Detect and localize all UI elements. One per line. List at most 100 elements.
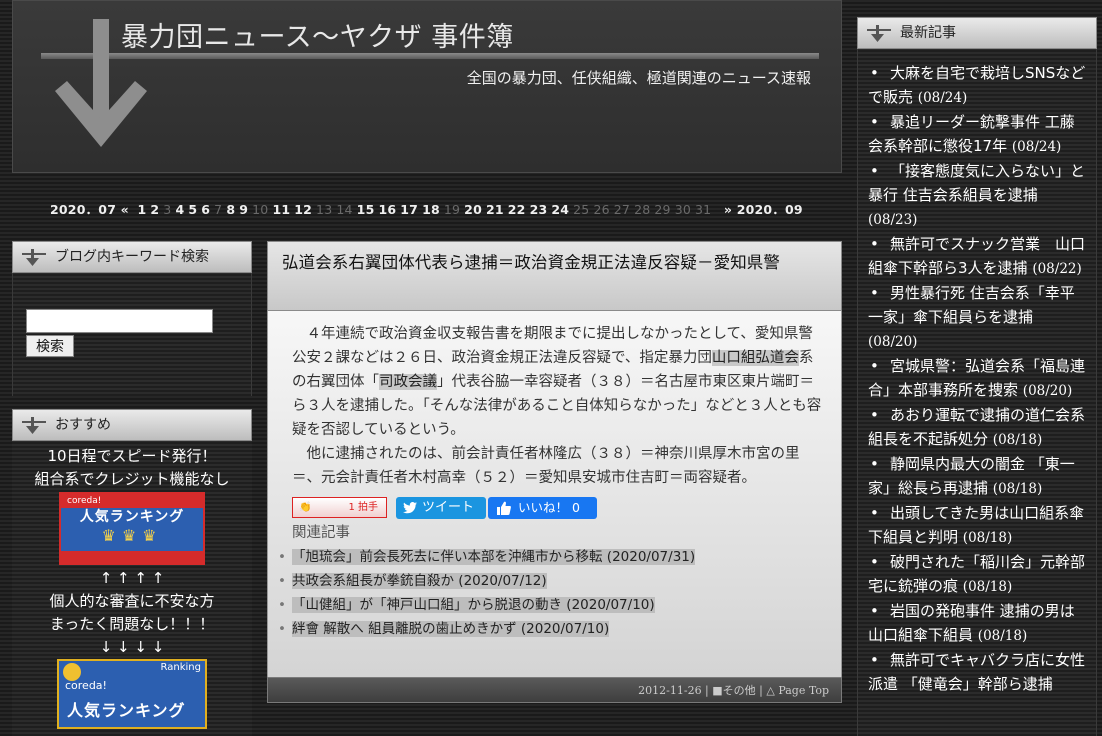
bullet-icon: •	[870, 406, 879, 424]
calendar-day[interactable]: 16	[378, 202, 396, 217]
down-arrow-icon	[22, 417, 46, 434]
recent-article-title[interactable]: 「接客態度気に入らない」と暴行 住吉会系組員を逮捕	[868, 162, 1085, 204]
recent-article-item[interactable]: • 男性暴行死 住吉会系「幸平一家」傘下組員らを逮捕 (08/20)	[868, 281, 1086, 354]
calendar-day: 7	[214, 202, 223, 217]
search-widget-title: ブログ内キーワード検索	[55, 249, 209, 265]
related-date: (2020/07/12)	[458, 573, 547, 589]
calendar-day: 13	[316, 202, 333, 217]
search-input[interactable]	[26, 309, 213, 333]
recent-article-item[interactable]: • 出頭してきた男は山口組系傘下組員と判明 (08/18)	[868, 501, 1086, 550]
recent-article-item[interactable]: • 暴追リーダー銃撃事件 工藤会系幹部に懲役17年 (08/24)	[868, 110, 1086, 159]
recent-article-item[interactable]: • 大麻を自宅で栽培しSNSなどで販売 (08/24)	[868, 61, 1086, 110]
related-item: 絆會 解散へ 組員離脱の歯止めきかず (2020/07/10)	[278, 617, 827, 641]
calendar-nav: 2020．07 « 1 2 3 4 5 6 7 8 9 10 11 12 13 14 15 16 17 18 19 2…	[50, 199, 807, 217]
bullet-icon: •	[870, 651, 879, 669]
thumbs-up-icon	[497, 501, 511, 515]
related-title: 共政会系組長が拳銃自殺か	[292, 573, 454, 589]
calendar-day[interactable]: 15	[357, 202, 375, 217]
banner-ranking-label: Ranking	[160, 662, 201, 673]
site-title[interactable]: 暴力団ニュース〜ヤクザ 事件簿	[121, 15, 514, 54]
related-link[interactable]: 「旭琉会」前会長死去に伴い本部を沖縄市から移転 (2020/07/31)	[292, 549, 696, 565]
calendar-day[interactable]: 6	[201, 202, 210, 217]
calendar-day[interactable]: 9	[239, 202, 248, 217]
related-link[interactable]: 共政会系組長が拳銃自殺か (2020/07/12)	[292, 573, 547, 589]
calendar-days: 1 2 3 4 5 6 7 8 9 10 11 12 13 14 15 16 17 18 19 20 21 22 23 24 2…	[137, 202, 715, 217]
calendar-day[interactable]: 4	[175, 202, 184, 217]
recent-article-item[interactable]: • 無許可でスナック営業 山口組傘下幹部ら3人を逮捕 (08/22)	[868, 232, 1086, 281]
recent-article-item[interactable]: • 岩国の発砲事件 逮捕の男は山口組傘下組員 (08/18)	[868, 599, 1086, 648]
related-item: 「山健組」が「神戸山口組」から脱退の動き (2020/07/10)	[278, 593, 827, 617]
recent-article-item[interactable]: • 破門された「稲川会」元幹部宅に銃弾の痕 (08/18)	[868, 550, 1086, 599]
calendar-day[interactable]: 11	[272, 202, 290, 217]
calendar-day: 28	[634, 202, 651, 217]
related-item: 共政会系組長が拳銃自殺か (2020/07/12)	[278, 569, 827, 593]
recent-article-item[interactable]: • 静岡県内最大の闇金 「東一家」総長ら再逮捕 (08/18)	[868, 452, 1086, 501]
down-arrow-icon	[867, 25, 891, 42]
applause-button[interactable]: 👏 1 拍手	[292, 497, 387, 518]
calendar-day[interactable]: 20	[464, 202, 482, 217]
recent-articles-widget: 最新記事 • 大麻を自宅で栽培しSNSなどで販売 (08/24) • 暴追リーダー銃撃…	[857, 17, 1097, 736]
calendar-day: 31	[695, 202, 712, 217]
bullet-icon: •	[870, 455, 879, 473]
calendar-day[interactable]: 5	[188, 202, 197, 217]
recent-article-title[interactable]: 静岡県内最大の闇金 「東一家」総長ら再逮捕	[868, 455, 1075, 497]
recent-article-title[interactable]: 大麻を自宅で栽培しSNSなどで販売	[868, 64, 1085, 106]
recent-article-item[interactable]: • あおり運転で逮捕の道仁会系組長を不起訴処分 (08/18)	[868, 403, 1086, 452]
entry-title[interactable]: 弘道会系右翼団体代表ら逮捕＝政治資金規正法違反容疑－愛知県警	[267, 241, 842, 311]
recent-article-item[interactable]: • 「接客態度気に入らない」と暴行 住吉会系組員を逮捕 (08/23)	[868, 159, 1086, 232]
calendar-day[interactable]: 22	[508, 202, 526, 217]
calendar-day[interactable]: 1	[137, 202, 146, 217]
search-button[interactable]: 検索	[26, 335, 74, 357]
calendar-next-link[interactable]: » 2020．09	[724, 202, 803, 217]
recent-article-title[interactable]: 岩国の発砲事件 逮捕の男は山口組傘下組員	[868, 602, 1075, 644]
calendar-day[interactable]: 17	[400, 202, 418, 217]
recent-article-item[interactable]: • 無許可でキャバクラ店に女性派遣 「健竜会」幹部ら逮捕	[868, 648, 1086, 697]
related-link[interactable]: 絆會 解散へ 組員離脱の歯止めきかず (2020/07/10)	[292, 621, 610, 637]
calendar-day[interactable]: 8	[226, 202, 235, 217]
recent-article-date: (08/24)	[1011, 139, 1062, 155]
entry-date: 2012-11-26	[638, 684, 702, 697]
related-link[interactable]: 「山健組」が「神戸山口組」から脱退の動き (2020/07/10)	[292, 597, 655, 613]
related-title: 絆會 解散へ 組員離脱の歯止めきかず	[292, 621, 517, 637]
recent-article-title[interactable]: あおり運転で逮捕の道仁会系組長を不起訴処分	[868, 406, 1085, 448]
calendar-day: 27	[613, 202, 631, 217]
recommend-text: 組合系でクレジット機能なし	[34, 470, 230, 488]
keyword-link[interactable]: 山口組弘道会	[711, 350, 799, 366]
recent-article-title[interactable]: 男性暴行死 住吉会系「幸平一家」傘下組員らを逮捕	[868, 284, 1075, 326]
calendar-day[interactable]: 24	[551, 202, 569, 217]
search-widget-header: ブログ内キーワード検索	[12, 241, 252, 273]
banner-brand: coreda!	[65, 679, 107, 692]
recent-article-item[interactable]: • 宮城県警：弘道会系「福島連合」本部事務所を捜索 (08/20)	[868, 354, 1086, 403]
recommend-widget: おすすめ 10日程でスピード発行！ 組合系でクレジット機能なし coreda! …	[12, 409, 252, 736]
calendar-day[interactable]: 18	[422, 202, 440, 217]
calendar-day[interactable]: 23	[530, 202, 548, 217]
category-link[interactable]: ■その他	[712, 684, 755, 697]
recent-article-date: (08/18)	[992, 432, 1043, 448]
up-arrows: ↑ ↑ ↑ ↑	[99, 569, 165, 587]
banner-title: 人気ランキング	[79, 509, 185, 525]
calendar-day: 25	[573, 202, 590, 217]
facebook-like-button[interactable]: いいね！ 0	[488, 497, 597, 519]
ranking-banner[interactable]: coreda! 人気ランキング ♛♛♛	[59, 492, 205, 565]
keyword-link[interactable]: 司政会議	[379, 374, 437, 390]
calendar-day: 10	[252, 202, 269, 217]
banner-title: 人気ランキング	[67, 701, 186, 720]
calendar-day[interactable]: 12	[294, 202, 312, 217]
recent-article-title[interactable]: 無許可でキャバクラ店に女性派遣 「健竜会」幹部ら逮捕	[868, 651, 1085, 693]
ranking-banner[interactable]: Ranking coreda! 人気ランキング	[57, 659, 207, 729]
related-date: (2020/07/10)	[520, 621, 610, 637]
tweet-label: ツイート	[422, 500, 475, 515]
applause-count-wrap: 1 拍手	[348, 498, 378, 517]
related-date: (2020/07/31)	[606, 549, 696, 565]
page-top-link[interactable]: △ Page Top	[766, 684, 829, 697]
calendar-day: 3	[163, 202, 172, 217]
recent-article-date: (08/24)	[917, 90, 968, 106]
calendar-day[interactable]: 2	[150, 202, 159, 217]
share-buttons: 👏 1 拍手 ツイート いいね！ 0	[292, 495, 827, 519]
bullet-icon: •	[870, 284, 879, 302]
calendar-day[interactable]: 21	[486, 202, 504, 217]
tweet-button[interactable]: ツイート	[396, 497, 486, 519]
applause-label: 拍手	[358, 502, 378, 513]
recent-article-date: (08/20)	[868, 334, 918, 350]
calendar-prev-link[interactable]: 2020．07 «	[50, 202, 129, 217]
